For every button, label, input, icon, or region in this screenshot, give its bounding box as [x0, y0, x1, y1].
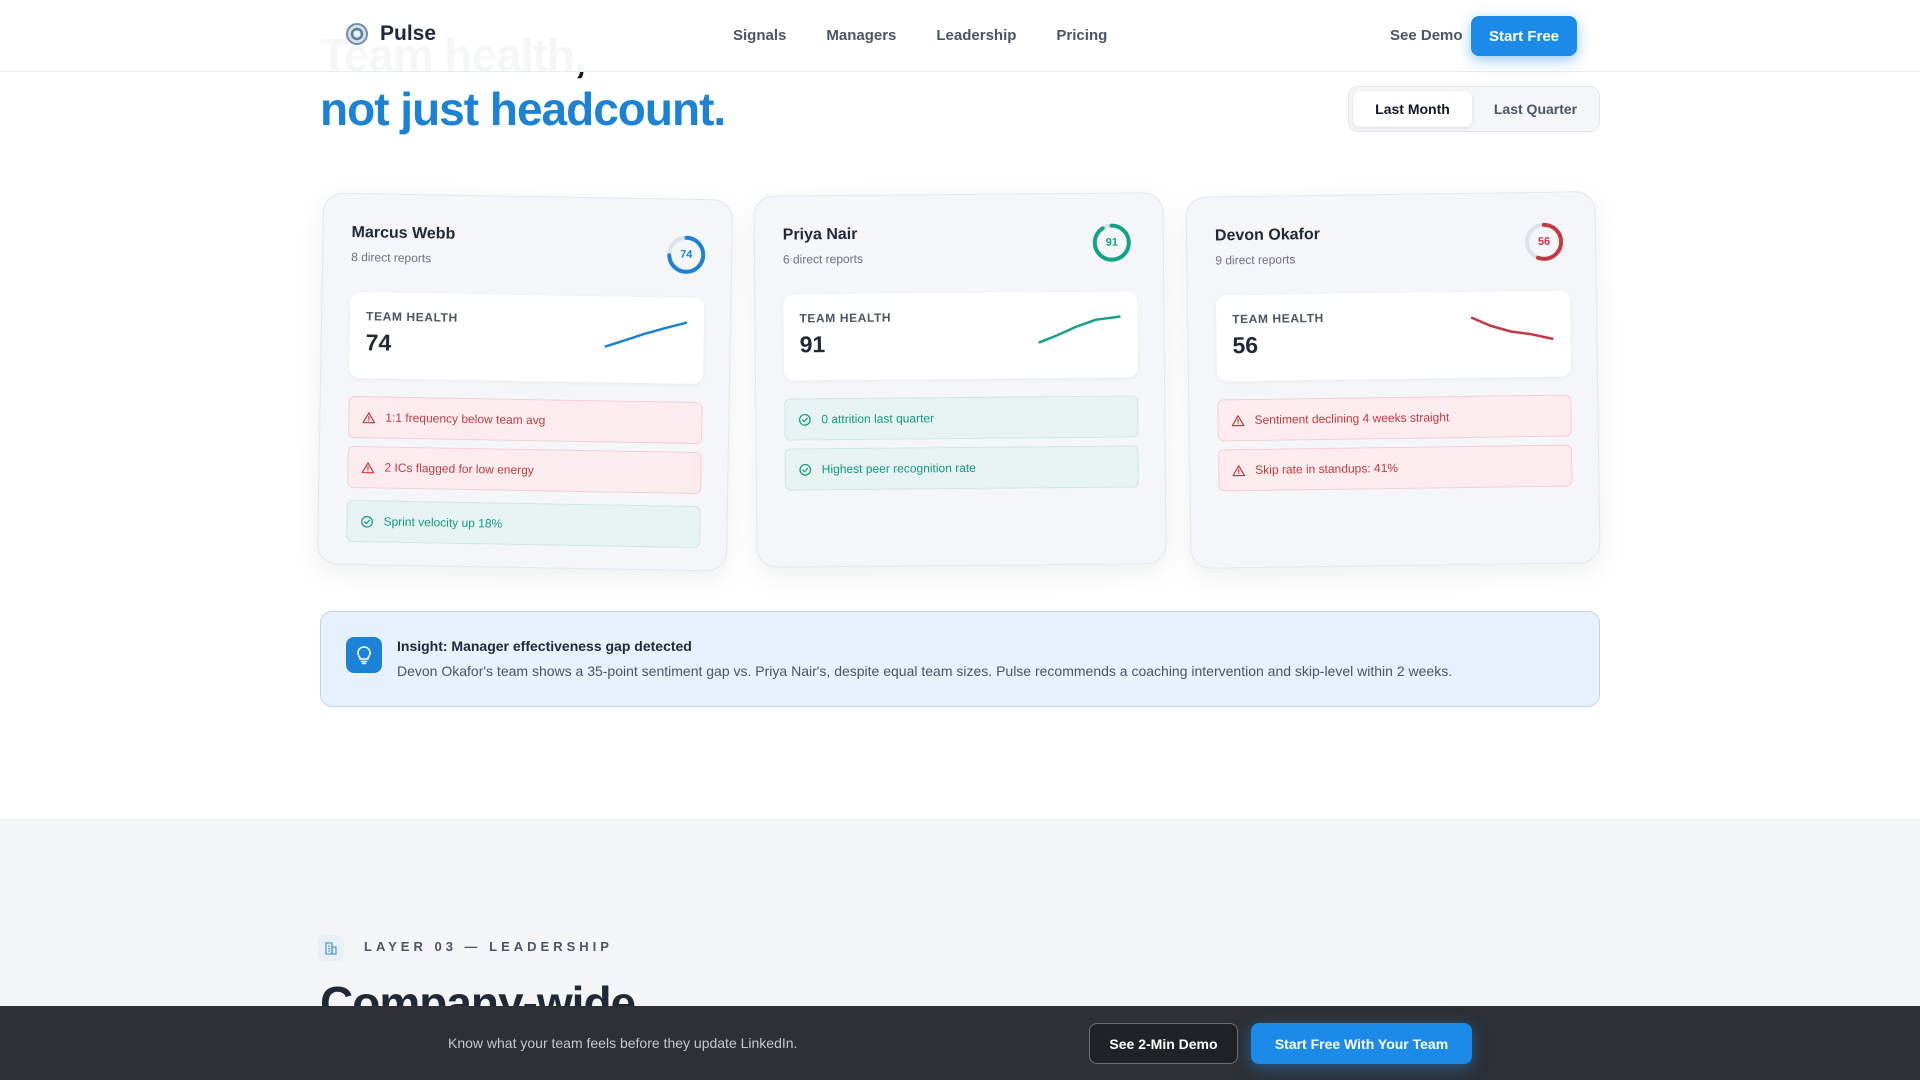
- signal-warning: Sentiment declining 4 weeks straight: [1217, 394, 1572, 442]
- signal-text: 1:1 frequency below team avg: [385, 410, 546, 428]
- check-circle-icon: [361, 515, 373, 528]
- signal-text: 0 attrition last quarter: [821, 411, 935, 427]
- manager-name: Devon Okafor: [1214, 226, 1321, 245]
- health-score-value: 74: [680, 248, 693, 261]
- manager-card-marcus-webb[interactable]: Marcus Webb 8 direct reports 74 TEAM HEA…: [316, 192, 734, 572]
- team-health-panel: TEAM HEALTH 91: [783, 291, 1138, 381]
- signal-text: Skip rate in standups: 41%: [1255, 460, 1399, 477]
- building-icon: [318, 935, 344, 961]
- signal-text: Highest peer recognition rate: [821, 460, 976, 477]
- alert-triangle-icon: [362, 411, 376, 423]
- health-score-value: 91: [1105, 236, 1118, 249]
- signal-warning: 2 ICs flagged for low energy: [347, 445, 702, 495]
- health-score-ring: 56: [1523, 221, 1566, 264]
- team-health-value: 56: [1232, 331, 1259, 359]
- signal-text: Sprint velocity up 18%: [383, 514, 503, 531]
- see-demo-button[interactable]: See 2-Min Demo: [1089, 1023, 1238, 1064]
- team-health-panel: TEAM HEALTH 74: [349, 291, 705, 385]
- signal-text: 2 ICs flagged for low energy: [384, 460, 535, 478]
- direct-reports: 6 direct reports: [782, 251, 864, 267]
- health-trend-sparkline: [1470, 316, 1554, 341]
- insight-text: Devon Okafor's team shows a 35-point sen…: [397, 663, 1453, 679]
- period-toggle: Last Month Last Quarter: [1348, 86, 1600, 132]
- brand[interactable]: Pulse: [346, 22, 436, 46]
- signal-warning: Skip rate in standups: 41%: [1217, 444, 1573, 492]
- check-circle-icon: [798, 413, 811, 426]
- nav-links: Signals Managers Leadership Pricing: [733, 27, 1107, 44]
- top-nav: Pulse Signals Managers Leadership Pricin…: [0, 0, 1920, 72]
- signal-text: Sentiment declining 4 weeks straight: [1254, 410, 1450, 427]
- signal-positive: Highest peer recognition rate: [784, 445, 1139, 491]
- alert-triangle-icon: [1231, 414, 1245, 426]
- direct-reports: 8 direct reports: [351, 249, 432, 266]
- health-score-ring: 91: [1091, 221, 1133, 263]
- pulse-logo-icon: [346, 23, 368, 45]
- layer-label: LAYER 03 — LEADERSHIP: [364, 939, 613, 954]
- brand-name: Pulse: [380, 22, 437, 45]
- start-free-team-button[interactable]: Start Free With Your Team: [1251, 1023, 1472, 1064]
- manager-name: Marcus Webb: [351, 223, 456, 243]
- nav-link-signals[interactable]: Signals: [733, 27, 786, 44]
- sticky-cta-bar: Know what your team feels before they up…: [0, 1006, 1920, 1080]
- manager-card-devon-okafor[interactable]: Devon Okafor 9 direct reports 56 TEAM HE…: [1185, 191, 1601, 569]
- health-trend-sparkline: [1038, 315, 1121, 344]
- signal-warning: 1:1 frequency below team avg: [347, 395, 703, 445]
- see-demo-link[interactable]: See Demo: [1390, 27, 1463, 44]
- team-health-value: 91: [799, 331, 826, 358]
- manager-card-priya-nair[interactable]: Priya Nair 6 direct reports 91 TEAM HEAL…: [753, 192, 1167, 568]
- check-circle-icon: [799, 463, 812, 476]
- start-free-button[interactable]: Start Free: [1471, 16, 1577, 56]
- direct-reports: 9 direct reports: [1215, 252, 1296, 268]
- nav-link-pricing[interactable]: Pricing: [1056, 27, 1107, 44]
- insight-banner: Insight: Manager effectiveness gap detec…: [320, 611, 1600, 707]
- cta-tagline: Know what your team feels before they up…: [448, 1035, 798, 1051]
- lightbulb-icon: [346, 637, 382, 673]
- health-trend-sparkline: [604, 321, 688, 348]
- toggle-last-month[interactable]: Last Month: [1353, 91, 1472, 127]
- alert-triangle-icon: [361, 461, 375, 473]
- manager-name: Priya Nair: [782, 225, 858, 244]
- health-score-ring: 74: [665, 233, 708, 276]
- signal-positive: 0 attrition last quarter: [784, 395, 1139, 441]
- team-health-label: TEAM HEALTH: [799, 310, 892, 326]
- health-score-value: 56: [1537, 235, 1551, 248]
- hero-heading-line2: not just headcount.: [320, 83, 726, 135]
- alert-triangle-icon: [1232, 464, 1246, 476]
- team-health-value: 74: [365, 329, 392, 356]
- team-health-panel: TEAM HEALTH 56: [1215, 290, 1571, 382]
- insight-title: Insight: Manager effectiveness gap detec…: [397, 638, 692, 654]
- nav-link-managers[interactable]: Managers: [826, 27, 896, 44]
- team-health-label: TEAM HEALTH: [366, 309, 458, 325]
- nav-link-leadership[interactable]: Leadership: [936, 27, 1016, 44]
- signal-positive: Sprint velocity up 18%: [346, 499, 701, 549]
- toggle-last-quarter[interactable]: Last Quarter: [1476, 91, 1595, 127]
- team-health-label: TEAM HEALTH: [1232, 310, 1324, 327]
